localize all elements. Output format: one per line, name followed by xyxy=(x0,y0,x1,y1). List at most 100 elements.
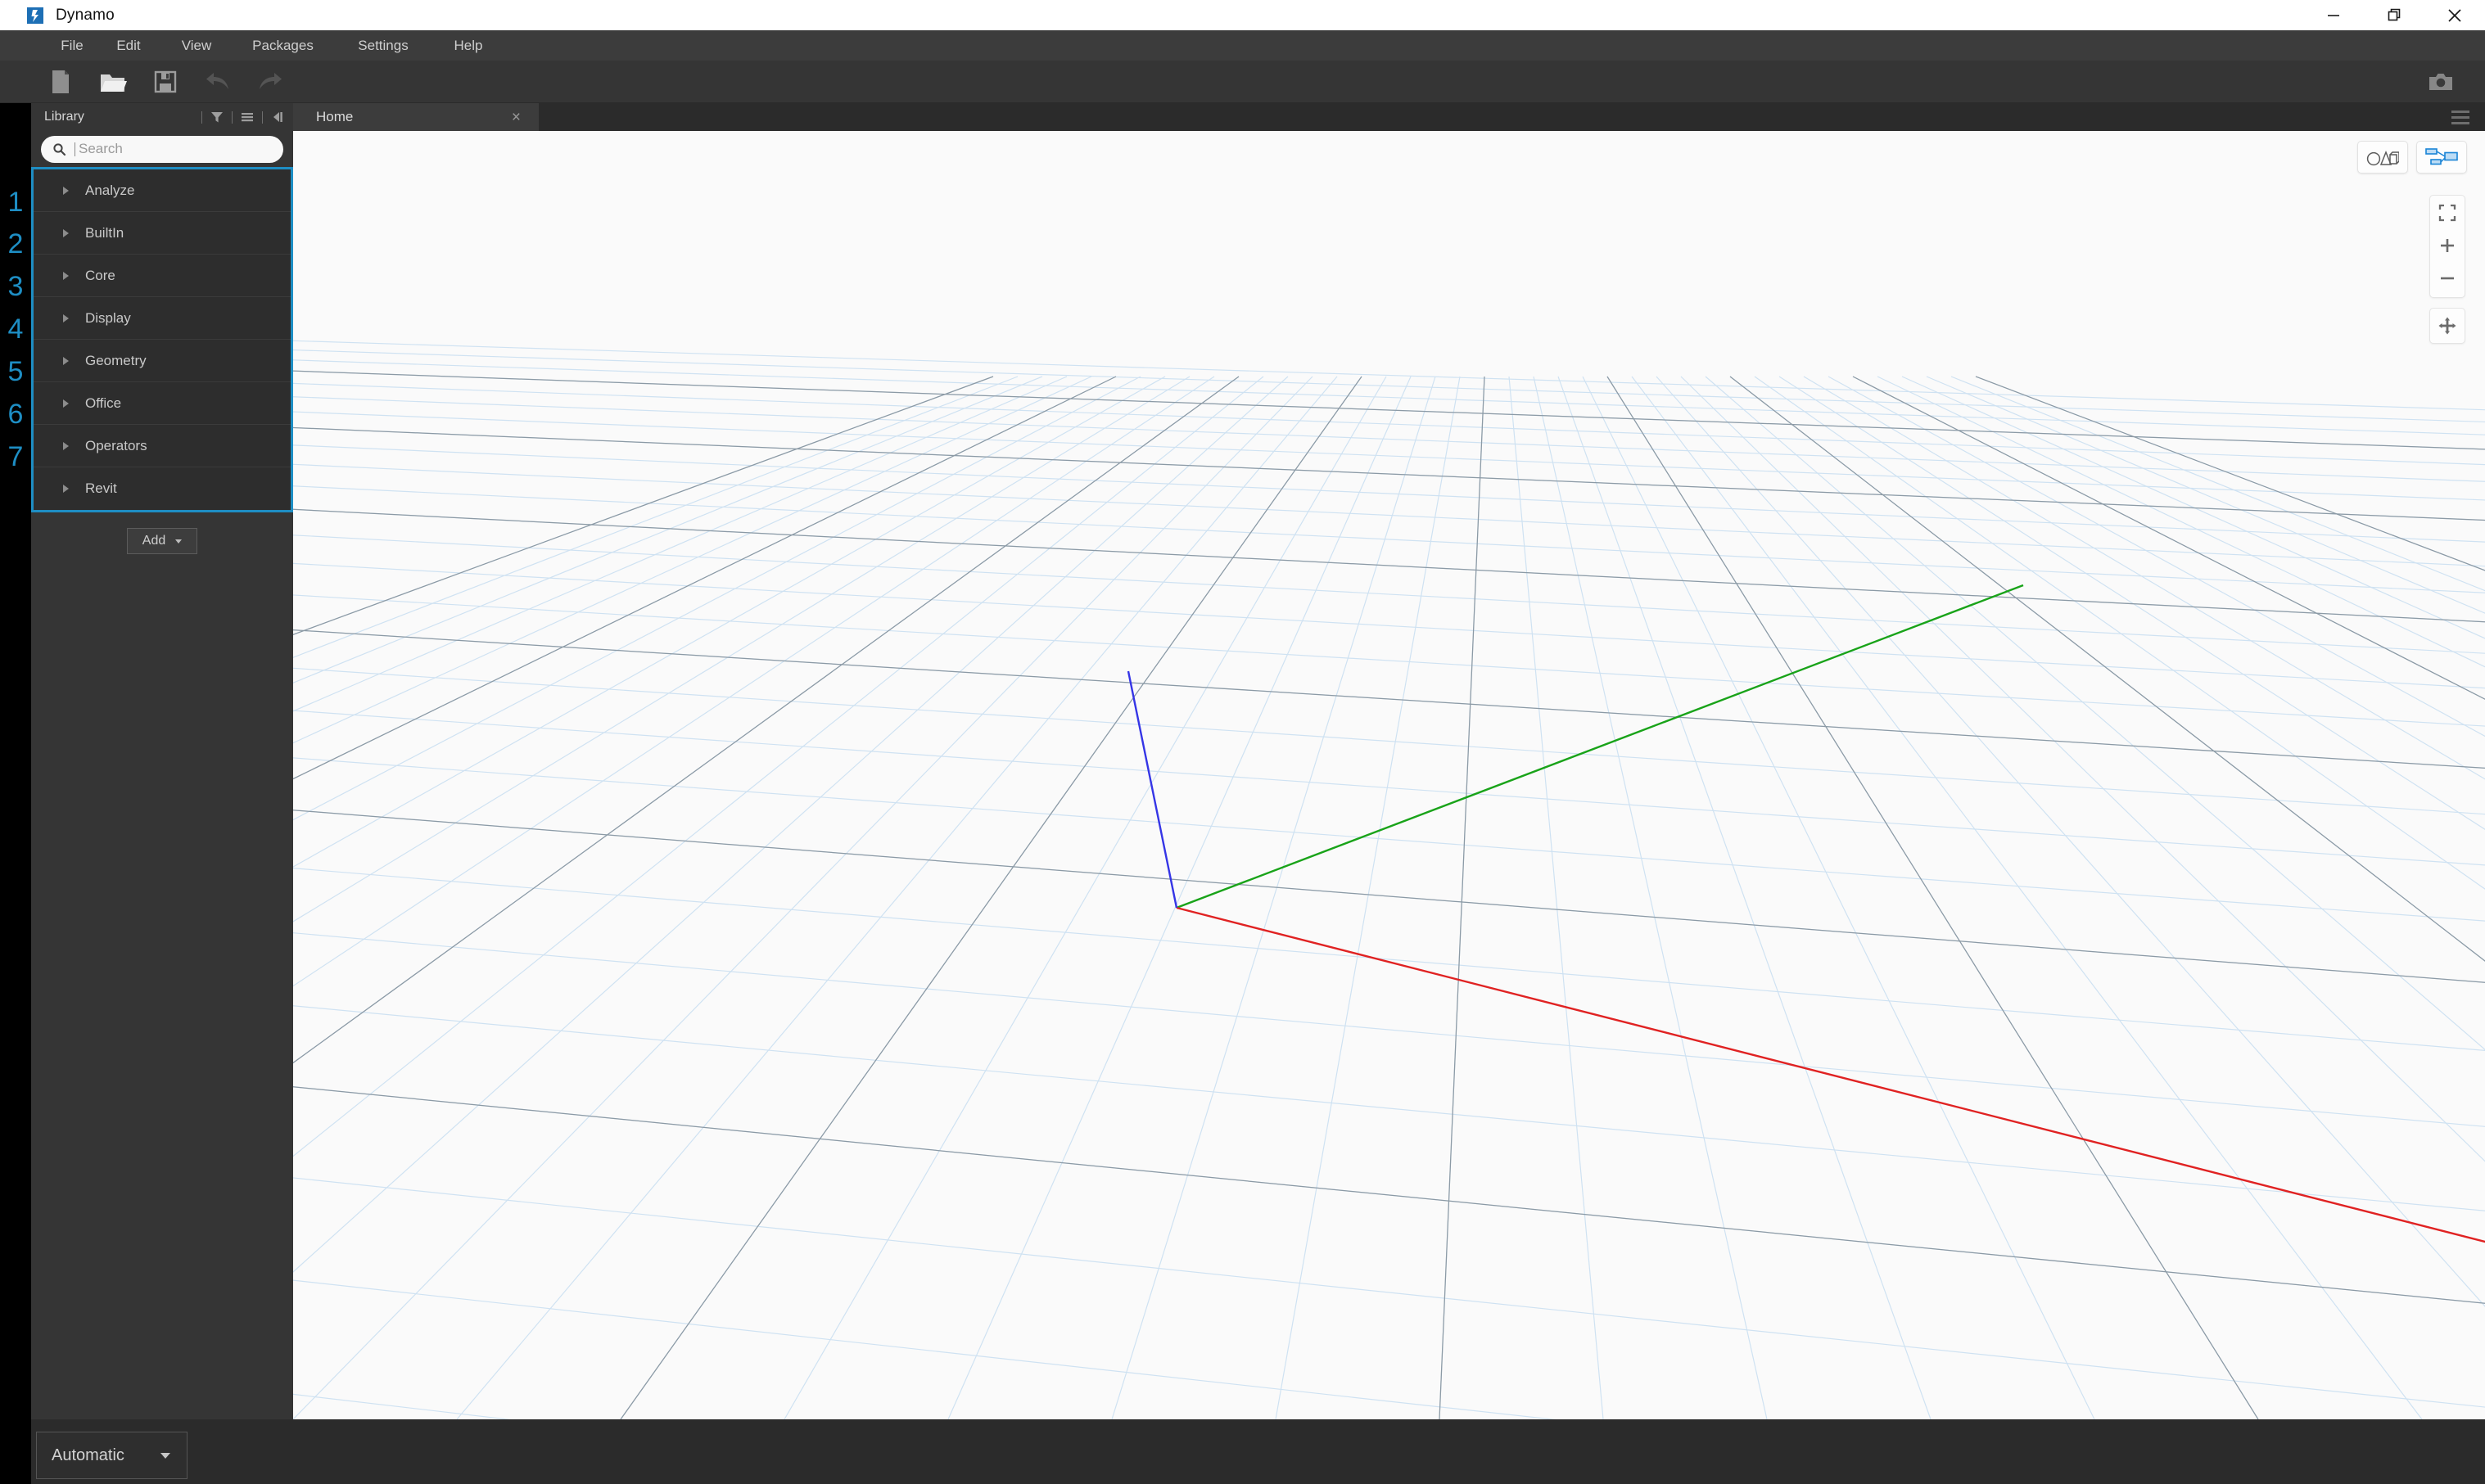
library-category-core[interactable]: Core xyxy=(34,255,291,297)
viewport-toggle-group xyxy=(2357,141,2408,174)
open-file-icon[interactable] xyxy=(87,61,139,103)
pan-icon[interactable] xyxy=(2429,308,2465,344)
close-icon[interactable] xyxy=(2424,0,2485,30)
menu-item-file-slot[interactable]: File xyxy=(41,30,88,61)
list-icon[interactable] xyxy=(238,108,256,126)
menu-item-view-slot[interactable]: View xyxy=(154,30,224,61)
add-button[interactable]: Add xyxy=(127,528,197,554)
save-file-icon[interactable] xyxy=(139,61,192,103)
graph-view-icon[interactable] xyxy=(2425,146,2458,169)
collapse-panel-icon[interactable] xyxy=(269,108,287,126)
annotation-number-6: 6 xyxy=(7,399,24,430)
menu-item-edit: Edit xyxy=(116,37,141,53)
zoom-to-fit-icon[interactable] xyxy=(2433,201,2461,225)
tab-home-label: Home xyxy=(316,109,354,124)
library-category-label: Analyze xyxy=(85,182,135,198)
library-category-revit[interactable]: Revit xyxy=(34,467,291,510)
window-title: Dynamo xyxy=(56,6,115,24)
menu-bar: File Edit View Packages Settings Help xyxy=(0,30,2485,61)
chevron-right-icon xyxy=(63,271,69,280)
status-bar-gutter xyxy=(0,1419,31,1484)
chevron-right-icon xyxy=(63,399,69,408)
chevron-down-icon xyxy=(160,1452,170,1459)
search-icon xyxy=(52,142,66,156)
library-category-label: BuiltIn xyxy=(85,224,124,241)
main-toolbar xyxy=(0,61,2485,103)
library-category-display[interactable]: Display xyxy=(34,297,291,340)
library-category-list: Analyze BuiltIn Core Display Geometry Of… xyxy=(31,167,293,512)
library-panel: Library Search Analyze BuiltIn Core Disp… xyxy=(31,103,293,1419)
viewport-view-toggles xyxy=(2357,141,2467,174)
menu-item-view: View xyxy=(181,37,212,53)
search-placeholder: Search xyxy=(79,141,123,156)
annotation-number-3: 3 xyxy=(7,271,24,302)
search-input[interactable]: Search xyxy=(41,135,283,163)
chevron-right-icon xyxy=(63,228,69,237)
hamburger-menu-icon[interactable] xyxy=(2444,103,2477,131)
viewport-zoom-stack xyxy=(2429,195,2465,298)
tab-home[interactable]: Home × xyxy=(293,103,539,131)
run-mode-label: Automatic xyxy=(52,1446,124,1464)
minimize-icon[interactable] xyxy=(2303,0,2364,30)
run-mode-dropdown[interactable]: Automatic xyxy=(36,1432,188,1479)
3d-background-preview[interactable] xyxy=(293,131,2485,1419)
hamburger-line xyxy=(2451,121,2469,124)
chevron-down-icon xyxy=(175,539,183,544)
geometry-preview-icon[interactable] xyxy=(2366,146,2399,169)
redo-icon[interactable] xyxy=(244,61,296,103)
hamburger-line xyxy=(2451,115,2469,119)
filter-icon[interactable] xyxy=(208,108,226,126)
header-divider-1 xyxy=(201,111,202,124)
chevron-right-icon xyxy=(63,313,69,323)
annotation-number-2: 2 xyxy=(7,228,24,259)
library-header: Library xyxy=(31,103,293,131)
status-bar: Automatic xyxy=(0,1419,2485,1484)
menu-item-packages-slot[interactable]: Packages xyxy=(224,30,327,61)
chevron-right-icon xyxy=(63,441,69,450)
library-category-label: Core xyxy=(85,267,115,283)
chevron-right-icon xyxy=(63,186,69,195)
library-category-builtin[interactable]: BuiltIn xyxy=(34,212,291,255)
toolbar-right-group xyxy=(2415,61,2467,103)
library-category-label: Office xyxy=(85,395,122,411)
dynamo-app-window: Dynamo File Edit View Packages Settings … xyxy=(0,0,2485,1484)
annotation-number-7: 7 xyxy=(7,441,24,472)
menu-item-settings-slot[interactable]: Settings xyxy=(327,30,425,61)
workspace-tab-bar: Home × xyxy=(293,103,2485,131)
graph-toggle-group xyxy=(2416,141,2467,174)
header-divider-3 xyxy=(262,111,263,124)
viewport-grid xyxy=(293,131,2485,1419)
library-category-label: Revit xyxy=(85,480,117,496)
library-category-geometry[interactable]: Geometry xyxy=(34,340,291,382)
window-controls xyxy=(2303,0,2485,30)
menu-item-edit-slot[interactable]: Edit xyxy=(88,30,154,61)
chevron-right-icon xyxy=(63,356,69,365)
close-icon[interactable]: × xyxy=(512,110,521,125)
zoom-in-icon[interactable] xyxy=(2433,233,2461,258)
library-category-operators[interactable]: Operators xyxy=(34,425,291,467)
library-search-area: Search xyxy=(31,131,293,167)
title-bar-left: Dynamo xyxy=(0,7,115,25)
library-category-label: Geometry xyxy=(85,352,147,368)
library-header-icons xyxy=(196,103,287,131)
viewport-nav-controls xyxy=(2429,195,2465,344)
add-button-label: Add xyxy=(142,534,166,548)
library-category-office[interactable]: Office xyxy=(34,382,291,425)
title-bar: Dynamo xyxy=(0,0,2485,30)
annotation-number-4: 4 xyxy=(7,313,24,345)
undo-icon[interactable] xyxy=(192,61,244,103)
restore-icon[interactable] xyxy=(2364,0,2424,30)
chevron-right-icon xyxy=(63,485,69,493)
library-add-area: Add xyxy=(31,512,293,570)
header-divider-2 xyxy=(232,111,233,124)
menu-item-help: Help xyxy=(454,37,483,53)
zoom-out-icon[interactable] xyxy=(2433,266,2461,291)
hamburger-line xyxy=(2451,110,2469,113)
library-category-label: Display xyxy=(85,309,131,326)
new-file-icon[interactable] xyxy=(34,61,87,103)
menu-item-settings: Settings xyxy=(358,37,409,53)
camera-icon[interactable] xyxy=(2415,61,2467,103)
menu-item-help-slot[interactable]: Help xyxy=(425,30,497,61)
library-category-analyze[interactable]: Analyze xyxy=(34,169,291,212)
annotation-number-5: 5 xyxy=(7,356,24,387)
